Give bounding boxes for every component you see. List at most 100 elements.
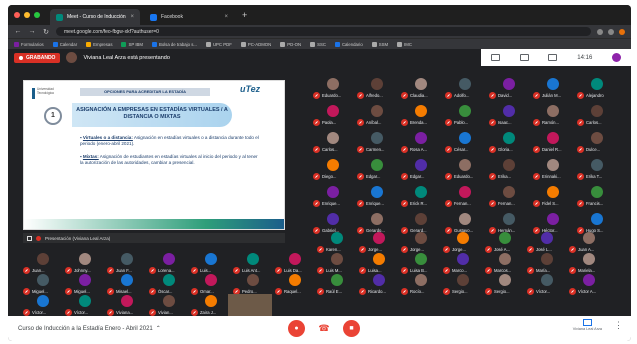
bookmark-item[interactable]: SP IBM (121, 41, 143, 47)
participant-tile[interactable]: Adolfo... (445, 78, 485, 100)
participant-tile[interactable]: Ricardo... (359, 274, 399, 296)
participant-tile[interactable]: Juan... (23, 253, 63, 275)
participant-tile[interactable]: Luisa B... (401, 253, 441, 275)
participant-tile[interactable]: Lorena... (149, 253, 189, 275)
window-controls[interactable] (14, 12, 40, 18)
self-view-video[interactable] (228, 294, 272, 318)
participant-tile[interactable]: Enrique... (357, 186, 397, 208)
participant-tile[interactable]: Miguel... (65, 274, 105, 296)
participant-tile[interactable]: Erika T... (577, 159, 617, 181)
participant-tile[interactable]: Zaira J... (191, 295, 231, 317)
bookmark-item[interactable]: Formularios (14, 41, 44, 47)
participant-tile[interactable]: Raúl E... (317, 274, 357, 296)
participant-tile[interactable]: Sergio... (485, 274, 525, 296)
forward-icon[interactable]: → (28, 28, 36, 35)
participant-tile[interactable]: Sergio... (443, 274, 483, 296)
participant-tile[interactable]: Julián M... (533, 78, 573, 100)
participants-icon[interactable] (519, 54, 529, 61)
tab-facebook[interactable]: Facebook × (144, 9, 234, 25)
participant-tile[interactable]: Francis... (577, 186, 617, 208)
participant-tile[interactable]: Marcos... (485, 253, 525, 275)
address-bar[interactable]: meet.google.com/feo-fbgw-xkf?authuser=0 (56, 27, 591, 36)
participant-tile[interactable]: Alfredo... (357, 78, 397, 100)
extension-icon[interactable] (597, 28, 603, 35)
participant-tile[interactable]: Enrique... (313, 186, 353, 208)
more-options-icon[interactable]: ⋮ (614, 320, 623, 331)
participant-tile[interactable]: Claudia... (401, 78, 441, 100)
participant-tile[interactable]: Johnny... (65, 253, 105, 275)
minimize-window-icon[interactable] (24, 12, 30, 18)
presenting-button[interactable]: Viviana Leal Arza (573, 319, 602, 331)
participant-tile[interactable]: Víctor... (527, 274, 567, 296)
participant-tile[interactable]: Jorge... (401, 232, 441, 254)
participant-tile[interactable]: Karen... (317, 232, 357, 254)
participant-tile[interactable]: Luis Ant... (233, 253, 273, 275)
participant-tile[interactable]: Edgar... (357, 159, 397, 181)
mic-toggle-button[interactable]: ● (288, 320, 305, 337)
participant-tile[interactable]: Marco... (443, 253, 483, 275)
bookmark-item[interactable]: IMC (397, 41, 412, 47)
participant-tile[interactable]: Erinnaki... (533, 159, 573, 181)
bookmark-item[interactable]: UPC PDF (205, 41, 232, 47)
participant-tile[interactable]: Carlos... (313, 132, 353, 154)
participant-tile[interactable]: Isaac... (489, 105, 529, 127)
participant-tile[interactable]: Víctor A... (569, 274, 609, 296)
bookmark-item[interactable]: SSC (310, 41, 326, 47)
participant-tile[interactable]: Rocío... (401, 274, 441, 296)
participant-tile[interactable]: María... (527, 253, 567, 275)
bookmark-item[interactable]: PD-ON (280, 41, 301, 47)
participant-tile[interactable]: José A... (485, 232, 525, 254)
participant-tile[interactable]: Dulce... (577, 132, 617, 154)
close-tab-icon[interactable]: × (130, 14, 134, 20)
user-avatar[interactable] (612, 53, 622, 62)
participant-tile[interactable]: Luisa... (359, 253, 399, 275)
meeting-title[interactable]: Curso de Inducción a la Estadía Enero - … (18, 325, 161, 333)
reload-icon[interactable]: ↻ (42, 28, 50, 36)
participant-tile[interactable]: Omar... (191, 274, 231, 296)
participant-tile[interactable]: Óscar... (149, 274, 189, 296)
participant-tile[interactable]: Luis... (191, 253, 231, 275)
participant-tile[interactable]: Daniel R... (533, 132, 573, 154)
participant-tile[interactable]: Edgar... (401, 159, 441, 181)
close-window-icon[interactable] (14, 12, 20, 18)
bookmark-item[interactable]: Empresas (86, 41, 112, 47)
new-tab-icon[interactable]: + (242, 10, 247, 20)
chat-icon[interactable] (548, 54, 558, 61)
participant-tile[interactable]: Fernan... (445, 186, 485, 208)
profile-avatar[interactable] (619, 28, 625, 35)
participant-tile[interactable]: Vivian... (149, 295, 189, 317)
tab-meet[interactable]: Meet - Curso de Inducción × (50, 9, 140, 25)
participant-tile[interactable]: Aníbal... (357, 105, 397, 127)
participant-tile[interactable]: Carmen... (357, 132, 397, 154)
participant-tile[interactable]: Luis M... (317, 253, 357, 275)
bookmark-item[interactable]: PC-ADMON (240, 41, 271, 47)
bookmark-item[interactable]: Calendario (334, 41, 363, 47)
participant-tile[interactable]: Pedro... (233, 274, 273, 296)
participant-tile[interactable]: Erick R... (401, 186, 441, 208)
participant-tile[interactable]: Carlos... (577, 105, 617, 127)
participant-tile[interactable]: Pablo... (445, 105, 485, 127)
participant-tile[interactable]: Viviana... (107, 295, 147, 317)
participant-tile[interactable]: Rosa A... (401, 132, 441, 154)
participant-tile[interactable]: Víctor... (23, 295, 63, 317)
participant-tile[interactable]: Mariela... (569, 253, 609, 275)
bookmark-item[interactable]: SSM (371, 41, 388, 47)
participant-tile[interactable]: Erika... (489, 159, 529, 181)
participant-tile[interactable]: José L... (527, 232, 567, 254)
participant-tile[interactable]: Diego... (313, 159, 353, 181)
participant-tile[interactable]: David... (489, 78, 529, 100)
participant-tile[interactable]: Luis Da... (275, 253, 315, 275)
participant-tile[interactable]: Juan A... (569, 232, 609, 254)
participant-tile[interactable]: Raquel... (275, 274, 315, 296)
participant-tile[interactable]: Gloria... (489, 132, 529, 154)
participant-tile[interactable]: César... (445, 132, 485, 154)
participant-tile[interactable]: Fernan... (489, 186, 529, 208)
meeting-details-icon[interactable] (490, 54, 500, 61)
participant-tile[interactable]: Miguel... (23, 274, 63, 296)
close-tab-icon[interactable]: × (224, 14, 228, 20)
camera-toggle-button[interactable]: ■ (343, 320, 360, 337)
back-icon[interactable]: ← (14, 28, 22, 35)
bookmark-star-icon[interactable] (608, 28, 614, 35)
participant-tile[interactable]: Eduardo... (313, 78, 353, 100)
maximize-window-icon[interactable] (34, 12, 40, 18)
